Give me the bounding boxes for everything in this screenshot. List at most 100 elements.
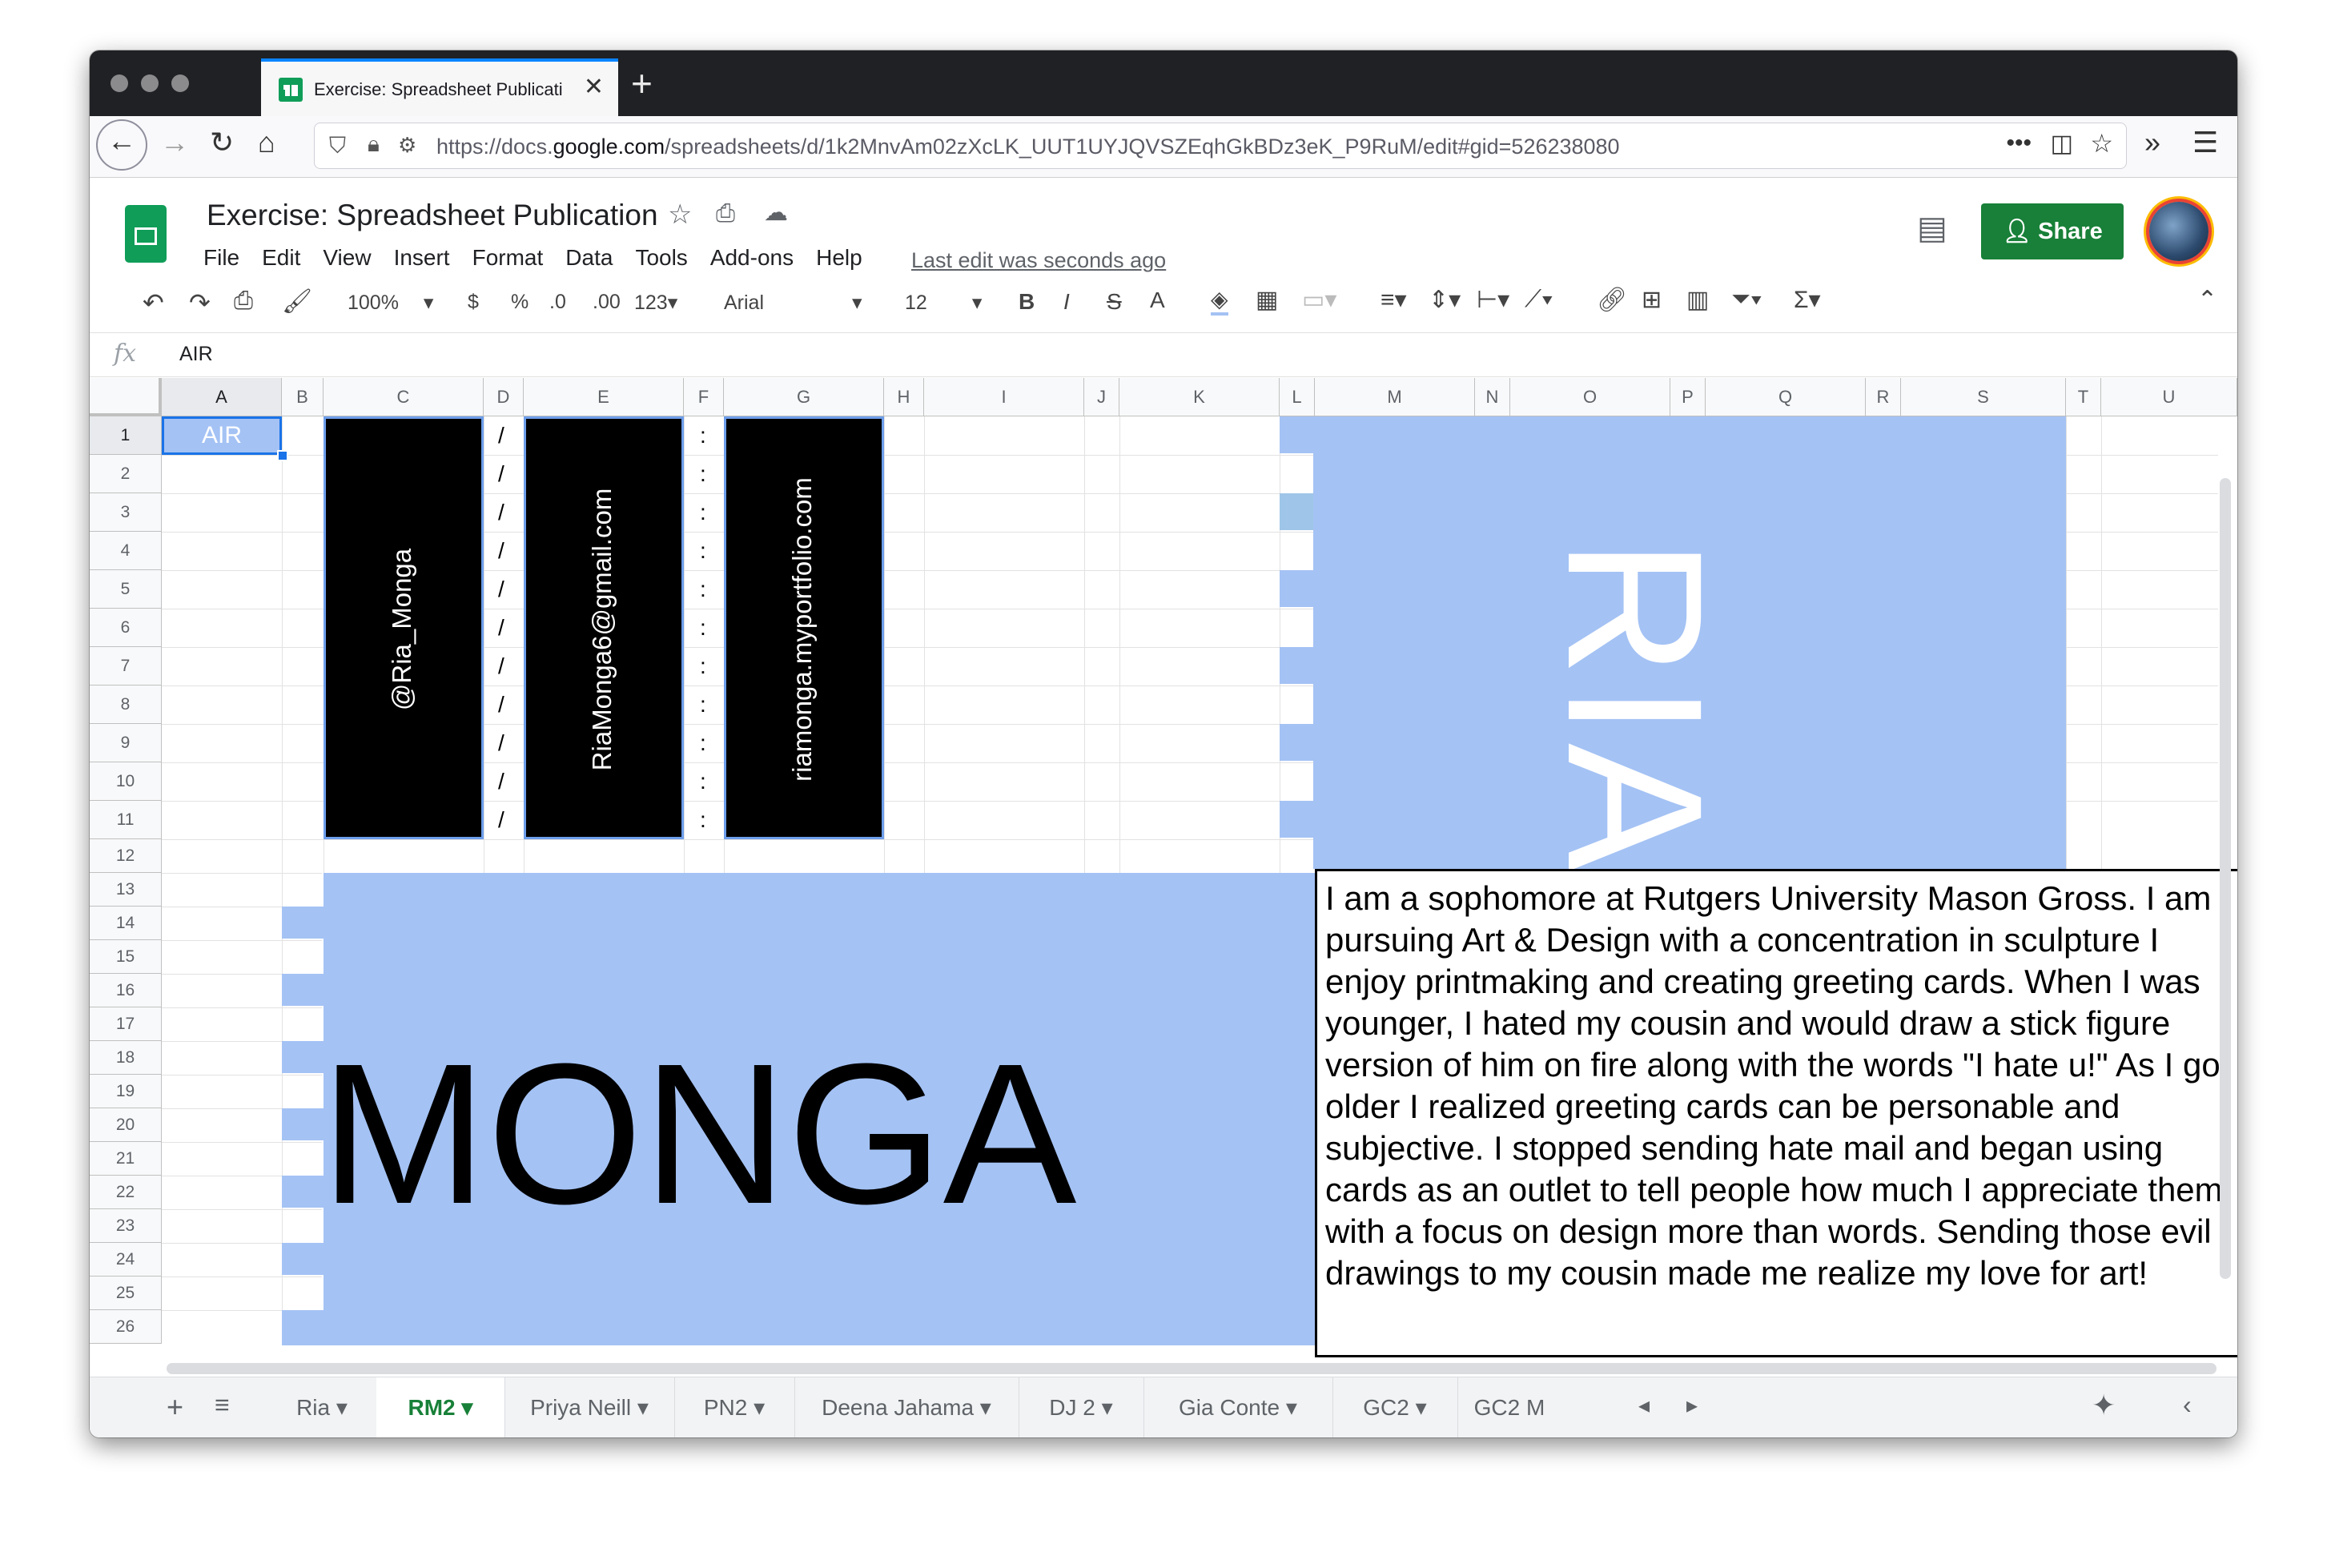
slash-cell-d2[interactable]: / bbox=[498, 461, 504, 487]
minimize-window-dot[interactable] bbox=[141, 74, 159, 92]
column-header-t[interactable]: T bbox=[2066, 378, 2101, 416]
blue-cell-l5[interactable] bbox=[1280, 570, 1315, 607]
functions-icon[interactable]: Σ▾ bbox=[1794, 286, 1821, 314]
column-header-s[interactable]: S bbox=[1901, 378, 2066, 416]
menu-format[interactable]: Format bbox=[472, 245, 544, 270]
row-header-20[interactable]: 20 bbox=[90, 1108, 162, 1142]
row-header-13[interactable]: 13 bbox=[90, 873, 162, 907]
borders-icon[interactable]: ▦ bbox=[1256, 286, 1278, 314]
colon-cell-f5[interactable]: : bbox=[700, 577, 706, 602]
colon-cell-f11[interactable]: : bbox=[700, 807, 706, 833]
cell-a1[interactable]: AIR bbox=[162, 416, 282, 455]
text-color-button[interactable]: A bbox=[1150, 287, 1165, 313]
colon-cell-f3[interactable]: : bbox=[700, 500, 706, 525]
colon-cell-f9[interactable]: : bbox=[700, 730, 706, 756]
website-cell-block[interactable]: riamonga.myportfolio.com bbox=[724, 416, 884, 839]
permissions-icon[interactable]: ⚙ bbox=[398, 133, 416, 158]
row-header-6[interactable]: 6 bbox=[90, 609, 162, 647]
sheet-tab-pn2[interactable]: PN2 ▾ bbox=[674, 1377, 795, 1437]
column-header-b[interactable]: B bbox=[282, 378, 324, 416]
vertical-scrollbar[interactable] bbox=[2220, 478, 2231, 1279]
row-header-26[interactable]: 26 bbox=[90, 1310, 162, 1344]
side-panel-toggle-icon[interactable]: ‹ bbox=[2183, 1390, 2192, 1420]
column-header-r[interactable]: R bbox=[1866, 378, 1901, 416]
fill-color-icon[interactable]: ◈ bbox=[1211, 286, 1228, 316]
url-bar[interactable]: ⛉ 🔒︎ ⚙ https://docs.google.com/spreadshe… bbox=[314, 123, 2127, 169]
sheets-logo-icon[interactable] bbox=[125, 205, 167, 263]
column-header-i[interactable]: I bbox=[924, 378, 1084, 416]
horizontal-align-icon[interactable]: ≡▾ bbox=[1381, 286, 1407, 314]
slash-cell-d11[interactable]: / bbox=[498, 807, 504, 833]
star-icon[interactable]: ☆ bbox=[668, 199, 692, 231]
all-sheets-icon[interactable]: ≡ bbox=[215, 1390, 230, 1420]
insert-comment-icon[interactable]: ⊞ bbox=[1642, 286, 1662, 314]
row-header-16[interactable]: 16 bbox=[90, 974, 162, 1007]
row-header-10[interactable]: 10 bbox=[90, 762, 162, 801]
row-header-19[interactable]: 19 bbox=[90, 1075, 162, 1108]
font-select[interactable]: Arial ▾ bbox=[724, 291, 862, 315]
slash-cell-d8[interactable]: / bbox=[498, 692, 504, 718]
menu-data[interactable]: Data bbox=[565, 245, 613, 270]
increase-decimal-button[interactable]: .00 bbox=[593, 291, 621, 314]
row-header-17[interactable]: 17 bbox=[90, 1007, 162, 1041]
column-header-j[interactable]: J bbox=[1084, 378, 1119, 416]
column-header-u[interactable]: U bbox=[2101, 378, 2237, 416]
row-header-21[interactable]: 21 bbox=[90, 1142, 162, 1176]
italic-button[interactable]: I bbox=[1063, 289, 1070, 315]
blue-cell-b24[interactable] bbox=[282, 1243, 324, 1275]
filter-icon[interactable]: ⏷▾ bbox=[1731, 286, 1762, 313]
strikethrough-button[interactable]: S bbox=[1107, 289, 1122, 315]
zoom-window-dot[interactable] bbox=[171, 74, 189, 92]
row-header-8[interactable]: 8 bbox=[90, 685, 162, 724]
colon-cell-f10[interactable]: : bbox=[700, 769, 706, 794]
row-header-23[interactable]: 23 bbox=[90, 1209, 162, 1243]
email-cell-block[interactable]: RiaMonga6@gmail.com bbox=[524, 416, 684, 839]
blue-cell-l1[interactable] bbox=[1280, 416, 1315, 453]
blue-cell-b16[interactable] bbox=[282, 974, 324, 1006]
slash-cell-d3[interactable]: / bbox=[498, 500, 504, 525]
sheet-tab-priya-neill[interactable]: Priya Neill ▾ bbox=[504, 1377, 675, 1437]
slash-cell-d5[interactable]: / bbox=[498, 577, 504, 602]
bookmark-star-icon[interactable]: ☆ bbox=[2090, 128, 2113, 159]
column-header-e[interactable]: E bbox=[524, 378, 684, 416]
text-wrap-icon[interactable]: ⊢▾ bbox=[1477, 286, 1509, 314]
menu-insert[interactable]: Insert bbox=[394, 245, 450, 270]
sheet-tab-gc2-m[interactable]: GC2 M bbox=[1457, 1377, 1561, 1437]
column-header-m[interactable]: M bbox=[1315, 378, 1475, 416]
slash-cell-d4[interactable]: / bbox=[498, 538, 504, 564]
spreadsheet-grid[interactable]: A B C D E F G H I J K L M N O P Q R S T … bbox=[90, 378, 2237, 1403]
row-header-7[interactable]: 7 bbox=[90, 647, 162, 685]
menu-view[interactable]: View bbox=[323, 245, 371, 270]
back-arrow-icon[interactable]: ← bbox=[107, 124, 136, 158]
row-header-4[interactable]: 4 bbox=[90, 532, 162, 570]
shield-icon[interactable]: ⛉ bbox=[329, 133, 346, 159]
fill-handle[interactable] bbox=[277, 450, 288, 461]
row-header-24[interactable]: 24 bbox=[90, 1243, 162, 1277]
move-folder-icon[interactable]: ⎙ bbox=[716, 200, 735, 227]
handle-cell-block[interactable]: @Ria_Monga bbox=[324, 416, 484, 839]
colon-cell-f7[interactable]: : bbox=[700, 653, 706, 679]
more-formats-button[interactable]: 123▾ bbox=[634, 291, 677, 315]
percent-button[interactable]: % bbox=[511, 291, 528, 314]
row-header-9[interactable]: 9 bbox=[90, 724, 162, 762]
slash-cell-d7[interactable]: / bbox=[498, 653, 504, 679]
row-header-14[interactable]: 14 bbox=[90, 907, 162, 940]
add-sheet-icon[interactable]: + bbox=[167, 1390, 183, 1424]
home-icon[interactable]: ⌂ bbox=[258, 126, 275, 159]
document-title[interactable]: Exercise: Spreadsheet Publication bbox=[207, 199, 658, 232]
row-header-2[interactable]: 2 bbox=[90, 455, 162, 493]
sheet-tab-gia-conte[interactable]: Gia Conte ▾ bbox=[1143, 1377, 1333, 1437]
blue-cell-b14[interactable] bbox=[282, 907, 324, 939]
menu-addons[interactable]: Add-ons bbox=[710, 245, 794, 270]
blue-cell-b26[interactable] bbox=[282, 1310, 324, 1345]
zoom-select[interactable]: 100% ▾ bbox=[348, 291, 433, 315]
url-text[interactable]: https://docs.google.com/spreadsheets/d/1… bbox=[436, 135, 1620, 159]
column-header-c[interactable]: C bbox=[324, 378, 484, 416]
text-rotation-icon[interactable]: ⟋▾ bbox=[1525, 286, 1553, 313]
forward-arrow-icon[interactable]: → bbox=[160, 126, 189, 159]
slash-cell-d1[interactable]: / bbox=[498, 423, 504, 448]
blue-cell-l9[interactable] bbox=[1280, 724, 1315, 761]
account-avatar[interactable] bbox=[2149, 202, 2208, 261]
menu-help[interactable]: Help bbox=[816, 245, 862, 270]
collapse-toolbar-icon[interactable]: ⌃ bbox=[2197, 286, 2217, 314]
